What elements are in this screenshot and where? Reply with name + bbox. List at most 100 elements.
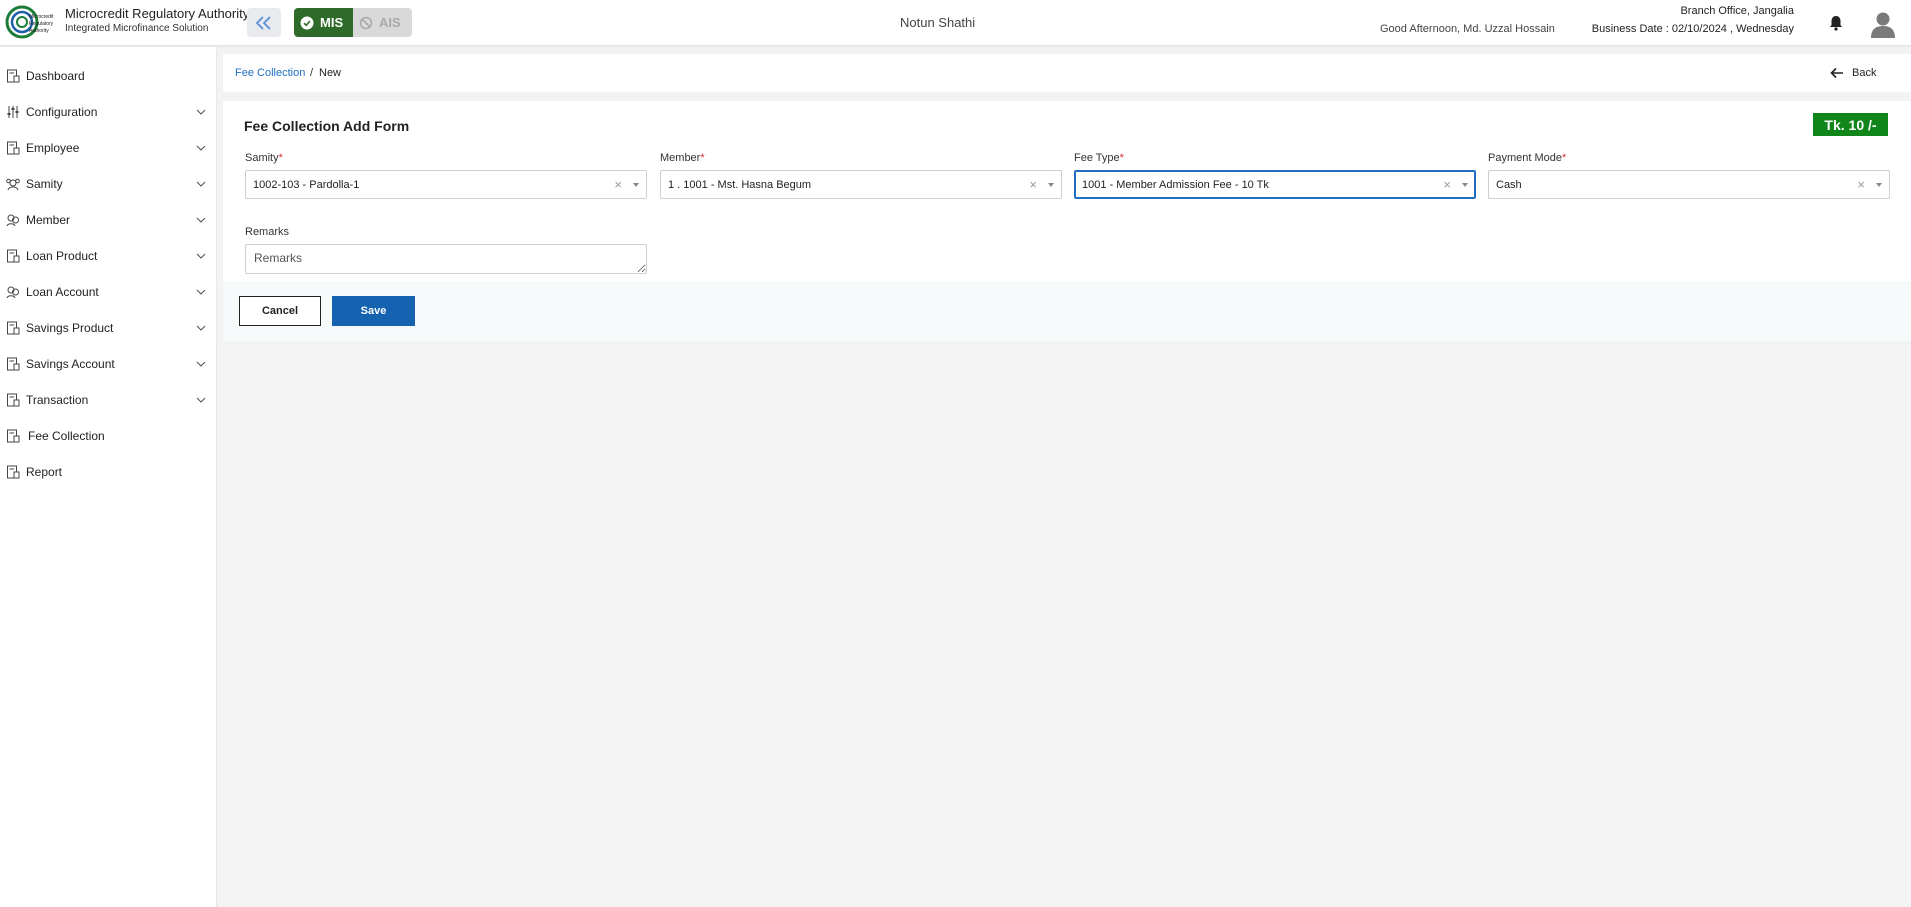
branch-office: Branch Office, Jangalia <box>1680 5 1794 17</box>
document-chart-icon <box>7 429 20 443</box>
back-label: Back <box>1852 67 1877 79</box>
logo-text-3: Authority <box>29 28 49 34</box>
payment-mode-label-text: Payment Mode <box>1488 152 1562 164</box>
payment-mode-label: Payment Mode* <box>1488 152 1566 164</box>
remarks-textarea[interactable] <box>245 244 647 274</box>
greeting-text: Good Afternoon, Md. Uzzal Hossain <box>1380 23 1555 35</box>
check-circle-icon <box>300 16 314 29</box>
member-label-text: Member <box>660 152 701 164</box>
breadcrumb-fee-collection-link[interactable]: Fee Collection <box>235 67 305 79</box>
users-icon <box>6 286 19 299</box>
sliders-icon <box>7 106 19 118</box>
sidebar-collapse-button[interactable] <box>247 8 281 37</box>
chevron-down-icon <box>196 217 206 223</box>
caret-down-icon[interactable] <box>633 183 639 187</box>
chevron-down-icon <box>196 109 206 115</box>
clear-icon[interactable]: × <box>1443 177 1451 192</box>
mode-toggle: MIS AIS <box>294 8 412 37</box>
caret-down-icon[interactable] <box>1462 183 1468 187</box>
document-chart-icon <box>7 465 20 479</box>
sidebar-item-member[interactable]: Member <box>0 205 217 235</box>
clear-icon[interactable]: × <box>1857 177 1865 192</box>
sidebar-item-label: Transaction <box>26 393 89 407</box>
samity-select[interactable]: 1002-103 - Pardolla-1 × <box>245 170 647 199</box>
sidebar-item-loan-product[interactable]: Loan Product <box>0 241 217 271</box>
clear-icon[interactable]: × <box>1029 177 1037 192</box>
user-avatar-icon[interactable] <box>1870 10 1896 38</box>
ban-icon <box>359 16 373 29</box>
chevron-down-icon <box>196 397 206 403</box>
sidebar-item-label: Savings Account <box>26 357 115 371</box>
sidebar-item-report[interactable]: Report <box>0 457 217 487</box>
sidebar-item-savings-product[interactable]: Savings Product <box>0 313 217 343</box>
brand-title: Microcredit Regulatory Authority <box>65 6 250 21</box>
mode-mis-label: MIS <box>320 15 344 30</box>
users-icon <box>6 214 19 227</box>
sidebar-item-transaction[interactable]: Transaction <box>0 385 217 415</box>
member-label: Member* <box>660 152 705 164</box>
fee-type-value: 1001 - Member Admission Fee - 10 Tk <box>1082 179 1269 191</box>
document-chart-icon <box>7 357 20 371</box>
chevron-down-icon <box>196 145 206 151</box>
document-chart-icon <box>7 393 20 407</box>
group-icon <box>6 178 20 191</box>
breadcrumb: Fee Collection / New Back <box>223 54 1911 92</box>
fee-type-label: Fee Type* <box>1074 152 1124 164</box>
organization-name: Notun Shathi <box>900 15 976 30</box>
sidebar-item-label: Employee <box>26 141 80 155</box>
mode-ais-button[interactable]: AIS <box>353 8 412 37</box>
mode-mis-button[interactable]: MIS <box>294 8 353 37</box>
sidebar-item-loan-account[interactable]: Loan Account <box>0 277 217 307</box>
samity-value: 1002-103 - Pardolla-1 <box>253 179 360 191</box>
samity-label-text: Samity <box>245 152 279 164</box>
required-marker: * <box>278 152 283 164</box>
sidebar-item-employee[interactable]: Employee <box>0 133 217 163</box>
sidebar-item-label: Member <box>26 213 71 227</box>
save-button[interactable]: Save <box>332 296 415 326</box>
sidebar-item-label: Fee Collection <box>28 429 105 443</box>
clear-icon[interactable]: × <box>614 177 622 192</box>
chevron-down-icon <box>196 325 206 331</box>
top-header: Microcredit Regulatory Authority Microcr… <box>0 0 1911 46</box>
fee-collection-form: Fee Collection Add Form Tk. 10 /- Samity… <box>223 101 1911 281</box>
bell-icon[interactable] <box>1827 14 1845 32</box>
form-title: Fee Collection Add Form <box>244 118 410 134</box>
business-date: Business Date : 02/10/2024 , Wednesday <box>1591 23 1794 35</box>
payment-mode-select[interactable]: Cash × <box>1488 170 1890 199</box>
caret-down-icon[interactable] <box>1876 183 1882 187</box>
fee-type-label-text: Fee Type <box>1074 152 1120 164</box>
document-chart-icon <box>7 249 20 263</box>
sidebar-item-label: Savings Product <box>26 321 114 335</box>
sidebar-item-configuration[interactable]: Configuration <box>0 97 217 127</box>
document-chart-icon <box>7 321 20 335</box>
breadcrumb-separator: / <box>310 67 314 79</box>
breadcrumb-current: New <box>319 67 342 79</box>
brand-subtitle: Integrated Microfinance Solution <box>65 23 209 34</box>
member-select[interactable]: 1 . 1001 - Mst. Hasna Begum × <box>660 170 1062 199</box>
double-chevron-left-icon <box>255 15 271 30</box>
sidebar-item-dashboard[interactable]: Dashboard <box>0 61 217 91</box>
sidebar-item-label: Report <box>26 465 63 479</box>
logo-text-1: Microcredit <box>29 14 54 20</box>
cancel-button[interactable]: Cancel <box>239 296 321 326</box>
document-chart-icon <box>7 141 20 155</box>
back-button[interactable]: Back <box>1830 64 1876 82</box>
sidebar: Dashboard Configuration Employee Samity … <box>0 47 217 907</box>
member-value: 1 . 1001 - Mst. Hasna Begum <box>668 179 812 191</box>
sidebar-item-label: Configuration <box>26 105 98 119</box>
sidebar-item-fee-collection[interactable]: Fee Collection <box>0 421 217 451</box>
fee-type-select[interactable]: 1001 - Member Admission Fee - 10 Tk × <box>1074 170 1476 199</box>
chevron-down-icon <box>196 253 206 259</box>
sidebar-item-label: Dashboard <box>26 69 85 83</box>
mode-ais-label: AIS <box>379 15 401 30</box>
remarks-label: Remarks <box>245 226 290 238</box>
mra-logo: Microcredit Regulatory Authority <box>5 5 54 39</box>
sidebar-item-label: Samity <box>26 177 63 191</box>
logo-text-2: Regulatory <box>29 21 54 27</box>
sidebar-item-samity[interactable]: Samity <box>0 169 217 199</box>
required-marker: * <box>700 152 705 164</box>
sidebar-item-label: Loan Account <box>26 285 99 299</box>
caret-down-icon[interactable] <box>1048 183 1054 187</box>
amount-badge: Tk. 10 /- <box>1813 113 1888 136</box>
sidebar-item-savings-account[interactable]: Savings Account <box>0 349 217 379</box>
